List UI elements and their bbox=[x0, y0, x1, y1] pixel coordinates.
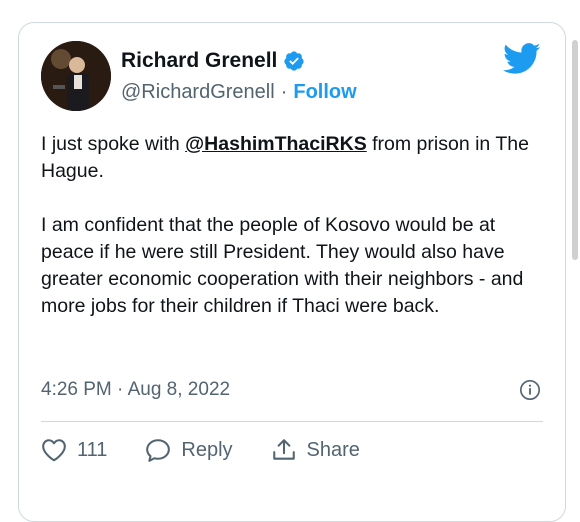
divider bbox=[41, 421, 543, 422]
info-icon[interactable] bbox=[519, 379, 541, 401]
twitter-bird-icon[interactable] bbox=[503, 43, 541, 75]
handle-row: @RichardGrenell · Follow bbox=[121, 81, 357, 104]
author-name[interactable]: Richard Grenell bbox=[121, 49, 277, 73]
verified-badge-icon bbox=[284, 51, 305, 71]
tweet-card: Richard Grenell @RichardGrenell · Follow… bbox=[18, 22, 566, 522]
action-bar: 111 Reply Share bbox=[41, 437, 398, 463]
share-button[interactable]: Share bbox=[271, 437, 360, 463]
like-button[interactable]: 111 bbox=[41, 438, 107, 462]
reply-button[interactable]: Reply bbox=[145, 438, 233, 462]
tweet-text-part1: I just spoke with bbox=[41, 133, 186, 155]
heart-icon bbox=[42, 439, 66, 462]
tweet-paragraph-1: I just spoke with @HashimThaciRKS from p… bbox=[41, 131, 551, 185]
scrollbar[interactable] bbox=[572, 40, 578, 260]
tweet-body: I just spoke with @HashimThaciRKS from p… bbox=[41, 131, 551, 320]
share-label: Share bbox=[306, 438, 360, 461]
like-count: 111 bbox=[77, 438, 108, 461]
follow-button[interactable]: Follow bbox=[293, 81, 356, 104]
mention-link[interactable]: @HashimThaciRKS bbox=[185, 133, 367, 155]
avatar-photo bbox=[41, 41, 111, 111]
reply-label: Reply bbox=[181, 438, 233, 461]
tweet-paragraph-2: I am confident that the people of Kosovo… bbox=[41, 214, 524, 317]
avatar[interactable] bbox=[41, 41, 111, 111]
speech-bubble-icon bbox=[146, 439, 171, 462]
author-row: Richard Grenell bbox=[121, 49, 305, 73]
separator-dot: · bbox=[280, 81, 288, 103]
author-handle[interactable]: @RichardGrenell bbox=[121, 81, 275, 104]
tweet-timestamp[interactable]: 4:26 PM · Aug 8, 2022 bbox=[41, 379, 230, 401]
share-upload-icon bbox=[272, 439, 295, 460]
